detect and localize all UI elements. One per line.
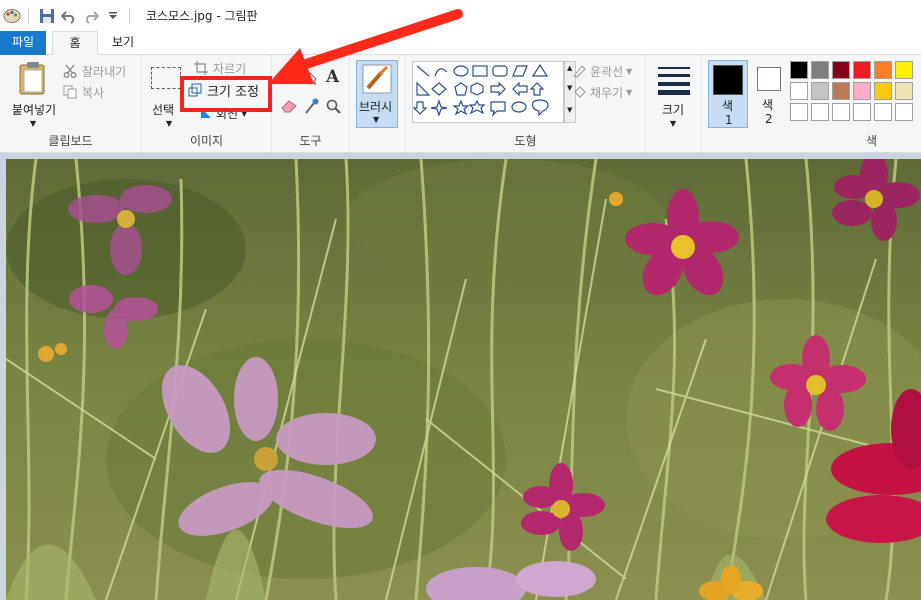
- palette-swatch[interactable]: [811, 82, 829, 100]
- chevron-down-icon: ▼: [626, 87, 633, 97]
- save-icon[interactable]: [37, 6, 57, 26]
- title-bar: 코스모스.jpg - 그림판: [0, 0, 921, 31]
- palette-swatch[interactable]: [853, 103, 871, 121]
- shapes-group-label: 도형: [514, 134, 537, 148]
- crop-button[interactable]: 자르기: [194, 59, 246, 77]
- fill-label: 채우기: [590, 85, 624, 100]
- clipboard-group: 붙여넣기 ▼ 잘라내기 복사 클립보드: [0, 55, 142, 153]
- palette-swatch[interactable]: [895, 61, 913, 79]
- palette-swatch[interactable]: [790, 82, 808, 100]
- paste-label: 붙여넣기: [11, 103, 57, 117]
- palette-swatch[interactable]: [832, 61, 850, 79]
- color1-button[interactable]: 색 1: [708, 60, 748, 128]
- color2-number: 2: [765, 112, 773, 126]
- color1-label: 색: [722, 99, 734, 113]
- outline-icon: [573, 65, 586, 78]
- cut-button[interactable]: 잘라내기: [63, 62, 126, 80]
- palette-swatch[interactable]: [874, 103, 892, 121]
- customize-toolbar-icon[interactable]: [103, 6, 123, 26]
- cosmos-flowers-photo: [6, 159, 921, 600]
- fill-bucket-icon[interactable]: [302, 71, 318, 87]
- magnifier-icon[interactable]: [326, 99, 342, 115]
- palette-swatch[interactable]: [811, 61, 829, 79]
- outline-button[interactable]: 윤곽선 ▼: [572, 63, 632, 79]
- resize-highlight-box: [180, 76, 272, 112]
- palette-swatch[interactable]: [811, 103, 829, 121]
- chevron-down-icon: ▼: [30, 119, 37, 128]
- chevron-down-icon: ▼: [670, 119, 677, 128]
- text-tool-icon[interactable]: A: [326, 67, 339, 87]
- palette-swatch[interactable]: [853, 61, 871, 79]
- select-label: 선택: [152, 103, 175, 117]
- copy-label: 복사: [82, 85, 105, 100]
- palette-swatch[interactable]: [790, 103, 808, 121]
- brushes-group: 브러시 ▼: [350, 55, 406, 153]
- brushes-button[interactable]: 브러시 ▼: [356, 60, 398, 128]
- color2-label: 색: [762, 98, 774, 112]
- palette-swatch[interactable]: [874, 61, 892, 79]
- eraser-icon[interactable]: [280, 99, 298, 113]
- color2-swatch: [757, 67, 781, 91]
- colors-group-label: 색: [865, 134, 878, 148]
- shapes-gallery-icons: [412, 63, 549, 117]
- color-picker-icon[interactable]: [304, 97, 320, 115]
- ribbon: 붙여넣기 ▼ 잘라내기 복사 클립보드 선택 ▼ 자르기 크기 조정 회전 ▼ …: [0, 55, 921, 153]
- canvas-area[interactable]: [0, 153, 921, 600]
- palette-swatch[interactable]: [832, 103, 850, 121]
- tools-group: A 도구: [272, 55, 350, 153]
- palette-swatch[interactable]: [832, 82, 850, 100]
- tools-group-label: 도구: [299, 134, 322, 148]
- selection-icon: [151, 67, 181, 89]
- palette-swatch[interactable]: [874, 82, 892, 100]
- paste-button[interactable]: 붙여넣기 ▼: [8, 61, 58, 128]
- chevron-down-icon: ▼: [166, 119, 173, 128]
- clipboard-group-label: 클립보드: [48, 134, 93, 148]
- cut-label: 잘라내기: [82, 64, 127, 79]
- fill-icon: [574, 86, 586, 98]
- shapes-group: ▲ ▼ ▼ 윤곽선 ▼ 채우기 ▼ 도형: [406, 55, 646, 153]
- color1-swatch: [713, 65, 743, 95]
- tab-file[interactable]: 파일: [0, 31, 46, 55]
- palette-swatch[interactable]: [895, 103, 913, 121]
- color1-number: 1: [725, 113, 733, 127]
- shapes-gallery[interactable]: [412, 61, 564, 123]
- copy-button[interactable]: 복사: [63, 83, 104, 101]
- crop-label: 자르기: [213, 61, 247, 76]
- chevron-down-icon: ▼: [626, 66, 633, 76]
- outline-label: 윤곽선: [590, 64, 624, 79]
- gallery-expand-icon[interactable]: ▼: [567, 106, 572, 114]
- select-button[interactable]: 선택 ▼: [148, 61, 184, 128]
- chevron-down-icon: ▼: [373, 115, 380, 124]
- undo-icon[interactable]: [59, 6, 79, 26]
- copy-icon: [63, 85, 77, 99]
- colors-group: 색 1 색 2 색: [702, 55, 921, 153]
- color2-button[interactable]: 색 2: [754, 65, 786, 127]
- canvas-image[interactable]: [6, 159, 921, 600]
- palette-swatch[interactable]: [790, 61, 808, 79]
- ribbon-tab-bar: 파일 홈 보기: [0, 31, 921, 56]
- size-button[interactable]: 크기 ▼: [654, 61, 694, 128]
- clipboard-icon: [19, 62, 45, 95]
- window-title: 코스모스.jpg - 그림판: [146, 9, 258, 23]
- redo-icon[interactable]: [81, 6, 101, 26]
- palette-swatch[interactable]: [853, 82, 871, 100]
- brush-icon: [362, 64, 392, 94]
- size-label: 크기: [662, 103, 685, 117]
- palette-swatch[interactable]: [895, 82, 913, 100]
- crop-icon: [194, 61, 208, 75]
- scissors-icon: [63, 64, 77, 78]
- line-width-icon: [658, 67, 690, 95]
- fill-button[interactable]: 채우기 ▼: [572, 84, 632, 100]
- brush-label: 브러시: [359, 100, 393, 114]
- size-group: 크기 ▼: [646, 55, 702, 153]
- tab-home[interactable]: 홈: [52, 31, 98, 56]
- paint-app-icon[interactable]: [2, 6, 22, 26]
- tab-view[interactable]: 보기: [100, 31, 146, 55]
- image-group-label: 이미지: [189, 134, 224, 148]
